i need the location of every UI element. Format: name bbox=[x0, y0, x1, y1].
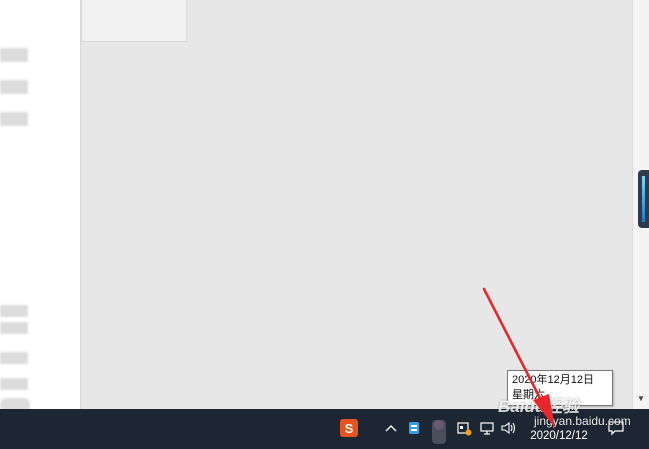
red-arrow-icon bbox=[482, 287, 555, 428]
